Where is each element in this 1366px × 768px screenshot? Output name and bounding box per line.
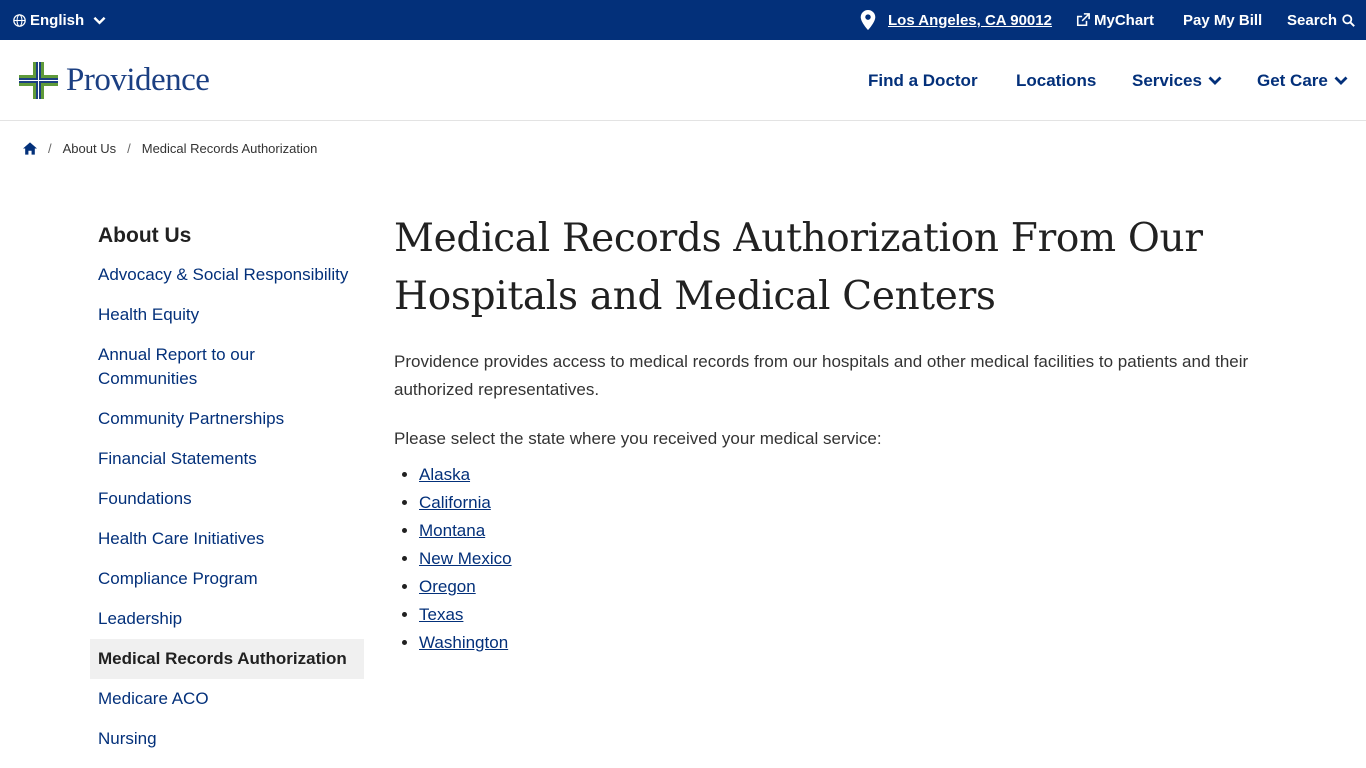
state-link-washington[interactable]: Washington [419, 633, 508, 652]
providence-logo[interactable]: Providence [19, 62, 210, 99]
nav-locations-label: Locations [1016, 70, 1097, 90]
sidebar-item-leadership[interactable]: Leadership [90, 607, 364, 631]
sidebar-item-compliance-program[interactable]: Compliance Program [90, 567, 364, 591]
sidebar-list: Advocacy & Social Responsibility Health … [90, 263, 364, 751]
nav-find-a-doctor-label: Find a Doctor [868, 70, 978, 90]
sidebar-item-medicare-aco[interactable]: Medicare ACO [90, 687, 364, 711]
sidebar-item-community-partnerships[interactable]: Community Partnerships [90, 407, 364, 431]
mychart-label: MyChart [1094, 11, 1155, 29]
main-content: Medical Records Authorization From Our H… [394, 210, 1294, 657]
utility-bar: English Los Angeles, CA 90012 MyChart Pa… [0, 0, 1366, 40]
chevron-down-icon [93, 16, 106, 25]
map-pin-icon [860, 10, 876, 30]
sidebar-title[interactable]: About Us [90, 220, 364, 252]
sidebar-item-health-care-initiatives[interactable]: Health Care Initiatives [90, 527, 364, 551]
list-item: Montana [419, 517, 1294, 545]
cross-logo-icon [19, 62, 58, 99]
list-item: Texas [419, 601, 1294, 629]
state-link-california[interactable]: California [419, 493, 491, 512]
logo-wordmark: Providence [66, 62, 210, 98]
search-label: Search [1287, 11, 1338, 29]
state-link-alaska[interactable]: Alaska [419, 465, 470, 484]
breadcrumb-current: Medical Records Authorization [141, 140, 318, 156]
mychart-link[interactable]: MyChart [1076, 0, 1154, 40]
state-list: Alaska California Montana New Mexico Ore… [419, 461, 1294, 657]
globe-icon [13, 13, 26, 27]
location-selector[interactable]: Los Angeles, CA 90012 [860, 0, 1052, 40]
sidebar-item-medical-records-authorization[interactable]: Medical Records Authorization [90, 639, 364, 679]
breadcrumb-separator: / [127, 140, 131, 156]
state-link-montana[interactable]: Montana [419, 521, 485, 540]
sidebar-item-advocacy[interactable]: Advocacy & Social Responsibility [90, 263, 364, 287]
list-item: New Mexico [419, 545, 1294, 573]
home-icon[interactable] [23, 141, 37, 155]
chevron-down-icon [1208, 76, 1222, 85]
nav-get-care-label: Get Care [1257, 70, 1328, 90]
breadcrumb-separator: / [48, 140, 52, 156]
sidebar-nav: About Us Advocacy & Social Responsibilit… [90, 220, 364, 767]
site-header: Providence Find a Doctor Locations Servi… [0, 40, 1366, 121]
sidebar-item-health-equity[interactable]: Health Equity [90, 303, 364, 327]
nav-services-label: Services [1132, 70, 1202, 90]
state-link-new-mexico[interactable]: New Mexico [419, 549, 512, 568]
search-button[interactable]: Search [1287, 0, 1355, 40]
list-item: Washington [419, 629, 1294, 657]
breadcrumb: / About Us / Medical Records Authorizati… [23, 138, 317, 158]
sidebar-item-financial-statements[interactable]: Financial Statements [90, 447, 364, 471]
external-link-icon [1076, 13, 1090, 27]
nav-find-a-doctor[interactable]: Find a Doctor [868, 40, 978, 121]
state-link-texas[interactable]: Texas [419, 605, 463, 624]
sidebar-item-foundations[interactable]: Foundations [90, 487, 364, 511]
intro-text: Providence provides access to medical re… [394, 352, 1249, 399]
location-link[interactable]: Los Angeles, CA 90012 [888, 12, 1052, 29]
search-icon [1342, 13, 1355, 27]
nav-services[interactable]: Services [1132, 40, 1222, 121]
breadcrumb-about-us[interactable]: About Us [63, 141, 116, 156]
sidebar-item-nursing[interactable]: Nursing [90, 727, 364, 751]
nav-locations[interactable]: Locations [1016, 40, 1096, 121]
page-title: Medical Records Authorization From Our H… [394, 216, 1203, 319]
sidebar-item-annual-report[interactable]: Annual Report to our Communities [90, 343, 364, 391]
state-link-oregon[interactable]: Oregon [419, 577, 476, 596]
language-selector[interactable]: English [13, 0, 110, 40]
list-item: Oregon [419, 573, 1294, 601]
state-prompt: Please select the state where you receiv… [394, 429, 882, 448]
list-item: California [419, 489, 1294, 517]
pay-bill-label: Pay My Bill [1183, 11, 1263, 29]
list-item: Alaska [419, 461, 1294, 489]
nav-get-care[interactable]: Get Care [1257, 40, 1348, 121]
pay-bill-link[interactable]: Pay My Bill [1183, 0, 1262, 40]
language-label: English [30, 11, 85, 29]
chevron-down-icon [1334, 76, 1348, 85]
